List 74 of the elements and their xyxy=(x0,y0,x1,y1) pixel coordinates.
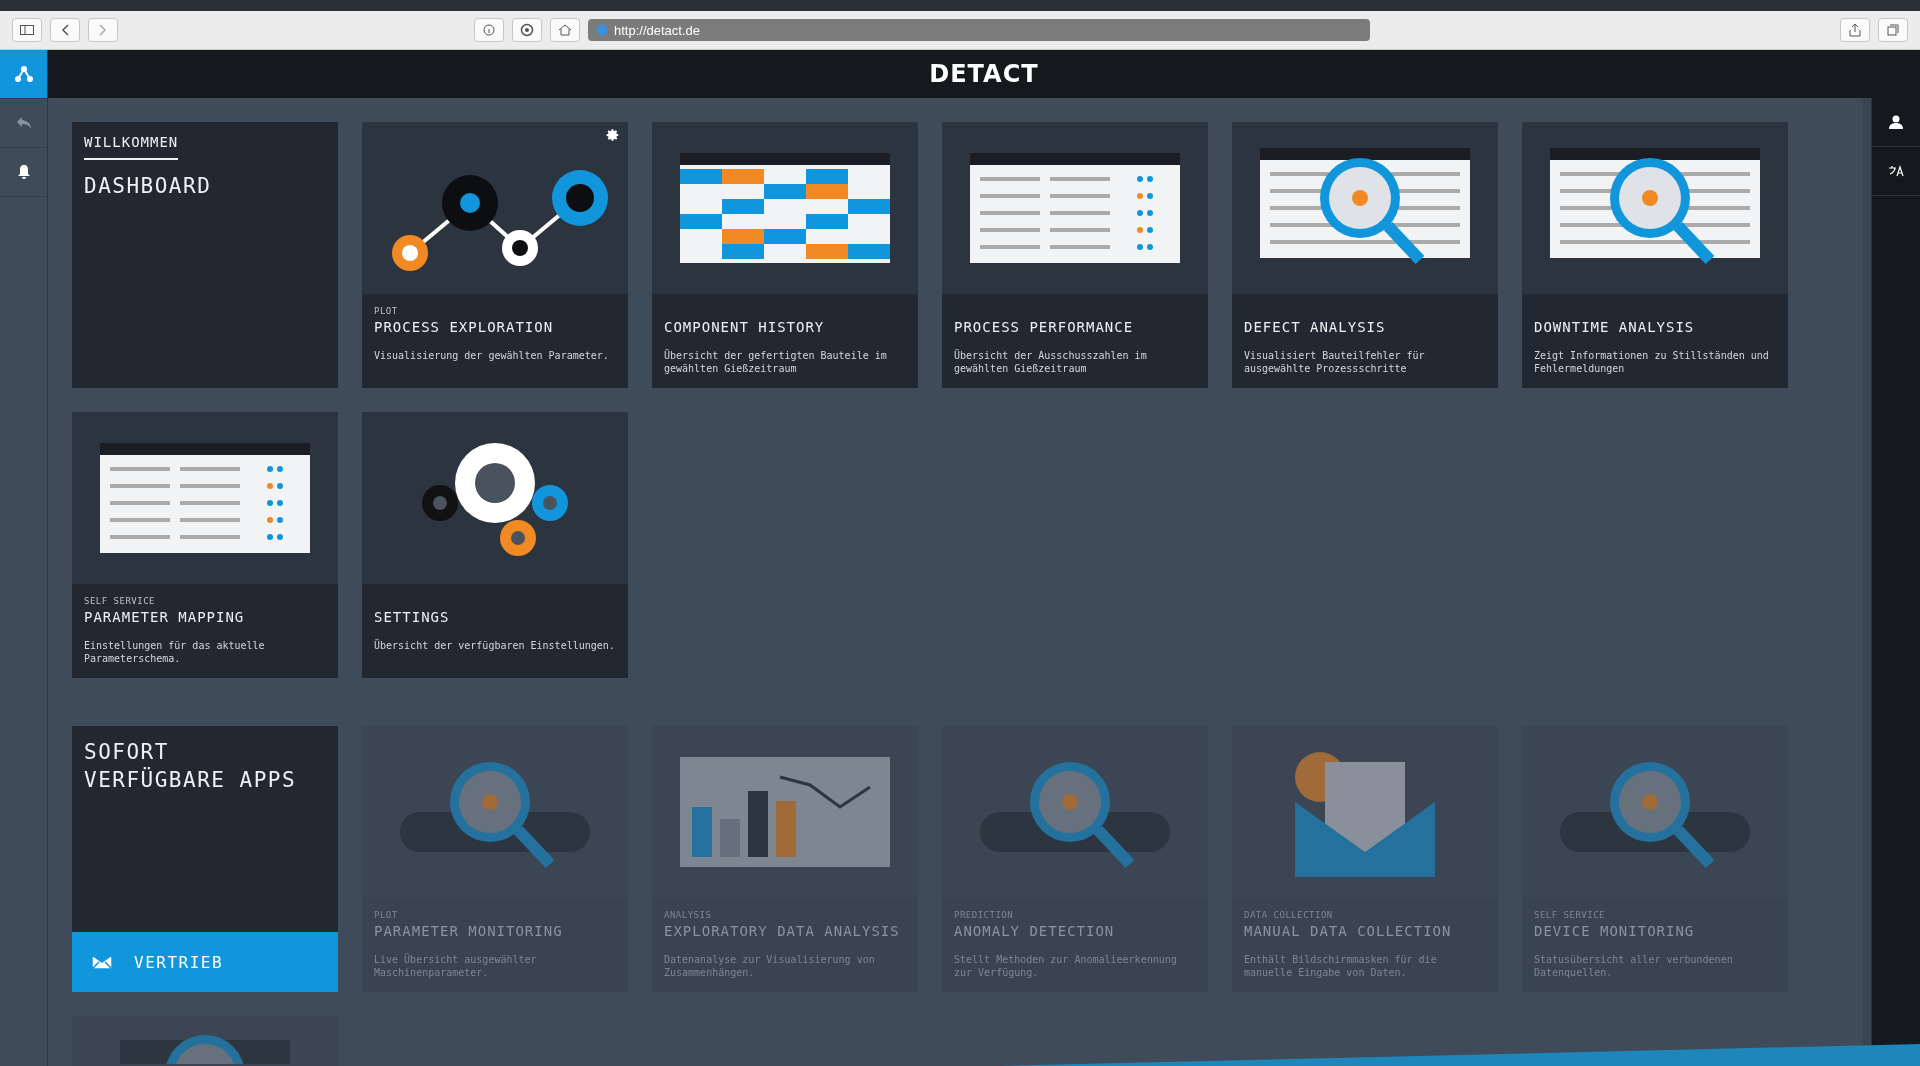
network-icon xyxy=(13,64,34,84)
app-description: Übersicht der verfügbaren Einstellungen. xyxy=(374,639,616,652)
tabs-icon xyxy=(1887,24,1899,36)
app-category: DATA COLLECTION xyxy=(1244,910,1333,920)
app-description: Zeigt Informationen zu Stillständen und Fehlermeldungen xyxy=(1534,349,1770,375)
app-title: COMPONENT HISTORY xyxy=(664,319,826,335)
app-card[interactable]: PLOT PROCESS EXPLORATION Visualisierung der gewählten Parameter. xyxy=(362,122,628,388)
address-bar[interactable]: http://detact.de xyxy=(588,19,1370,41)
chart-bar xyxy=(748,791,768,857)
welcome-label: WILLKOMMEN xyxy=(84,134,179,160)
app-description: Übersicht der gefertigten Bauteile im gewählten Gießzeitraum xyxy=(664,349,888,375)
plot-point xyxy=(392,235,428,271)
app-category: PLOT xyxy=(374,306,398,316)
user-icon xyxy=(1889,115,1903,129)
mail-icon xyxy=(92,955,112,969)
app-title: EXPLORATORY DATA ANALYSIS xyxy=(664,923,901,939)
bell-icon xyxy=(16,164,31,180)
translate-icon xyxy=(1888,165,1904,177)
app-category: PLOT xyxy=(374,910,398,920)
chart-bar xyxy=(692,807,712,857)
chart-bar xyxy=(720,819,740,857)
app-title: MANUAL DATA COLLECTION xyxy=(1244,923,1453,939)
ring-icon xyxy=(520,23,534,37)
app-description: Einstellungen für das aktuelle Parameterschema. xyxy=(84,639,266,665)
app-description: Visualisiert Bauteilfehler für ausgewählte Prozessschritte xyxy=(1244,349,1426,375)
app-card[interactable]: SETTINGS Übersicht der verfügbaren Einstellungen. xyxy=(362,412,628,678)
back-button[interactable] xyxy=(50,18,80,42)
sidebar-button[interactable] xyxy=(0,50,47,99)
home-button[interactable] xyxy=(550,18,580,42)
dashboard-title: DASHBOARD xyxy=(84,174,213,198)
app-card[interactable]: COMPONENT HISTORY Übersicht der gefertigten Bauteile im gewählten Gießzeitraum xyxy=(652,122,918,388)
reply-icon xyxy=(15,116,32,130)
share-icon xyxy=(1849,23,1861,37)
chevron-right-icon xyxy=(99,24,107,36)
chart-bar xyxy=(776,801,796,857)
app-description: Stellt Methoden zur Anomalieerkennung zur Verfügung. xyxy=(954,953,1178,979)
tabs-button[interactable] xyxy=(1878,18,1908,42)
app-title: DOWNTIME ANALYSIS xyxy=(1534,319,1696,335)
app-title: DEVICE MONITORING xyxy=(1534,923,1696,939)
app-category: SELF SERVICE xyxy=(1534,910,1606,920)
available-apps-title: SOFORT VERFÜGBARE APPS xyxy=(83,739,298,794)
home-icon xyxy=(558,24,572,36)
chevron-left-icon xyxy=(61,24,69,36)
app-description: Statusübersicht aller verbundenen Datenquellen. xyxy=(1534,953,1734,979)
extension-button[interactable] xyxy=(512,18,542,42)
app-card[interactable]: DOWNTIME ANALYSIS Zeigt Informationen zu Stillständen und Fehlermeldungen xyxy=(1522,122,1788,388)
share-button[interactable] xyxy=(1840,18,1870,42)
sidebar-toggle-button[interactable] xyxy=(12,18,42,42)
app-category: PREDICTION xyxy=(954,910,1014,920)
app-category: SELF SERVICE xyxy=(84,596,156,606)
settings-icon[interactable] xyxy=(606,128,620,142)
app-category: ANALYSIS xyxy=(664,910,712,920)
sidebar-icon xyxy=(20,25,34,35)
info-button[interactable] xyxy=(474,18,504,42)
app-description: Übersicht der Ausschusszahlen im gewählten Gießzeitraum xyxy=(954,349,1148,375)
app-card[interactable]: SELF SERVICE PARAMETER MAPPING Einstellungen für das aktuelle Parameterschema. xyxy=(72,412,338,678)
plot-point xyxy=(502,230,538,266)
app-title: PARAMETER MAPPING xyxy=(84,609,246,625)
app-title: PROCESS PERFORMANCE xyxy=(954,319,1135,335)
app-description: Visualisierung der gewählten Parameter. xyxy=(374,349,610,362)
app-title: ANOMALY DETECTION xyxy=(954,923,1116,939)
app-title: DEFECT ANALYSIS xyxy=(1244,319,1387,335)
app-card[interactable]: DEFECT ANALYSIS Visualisiert Bauteilfehler für ausgewählte Prozessschritte xyxy=(1232,122,1498,388)
app-description: Enthält Bildschirmmasken für die manuelle Eingabe von Daten. xyxy=(1244,953,1438,979)
app-title: PROCESS EXPLORATION xyxy=(374,319,555,335)
app-title: SETTINGS xyxy=(374,609,451,625)
info-icon xyxy=(483,24,495,36)
plot-point xyxy=(442,175,498,231)
app-description: Live Übersicht ausgewählter Maschinenparameter. xyxy=(374,953,538,979)
app-description: Datenanalyse zur Visualisierung von Zusammenhängen. xyxy=(664,953,876,979)
app-title: PARAMETER MONITORING xyxy=(374,923,564,939)
app-logo: DETACT xyxy=(929,60,1039,88)
plot-point xyxy=(552,170,608,226)
app-card[interactable]: PROCESS PERFORMANCE Übersicht der Ausschusszahlen im gewählten Gießzeitraum xyxy=(942,122,1208,388)
